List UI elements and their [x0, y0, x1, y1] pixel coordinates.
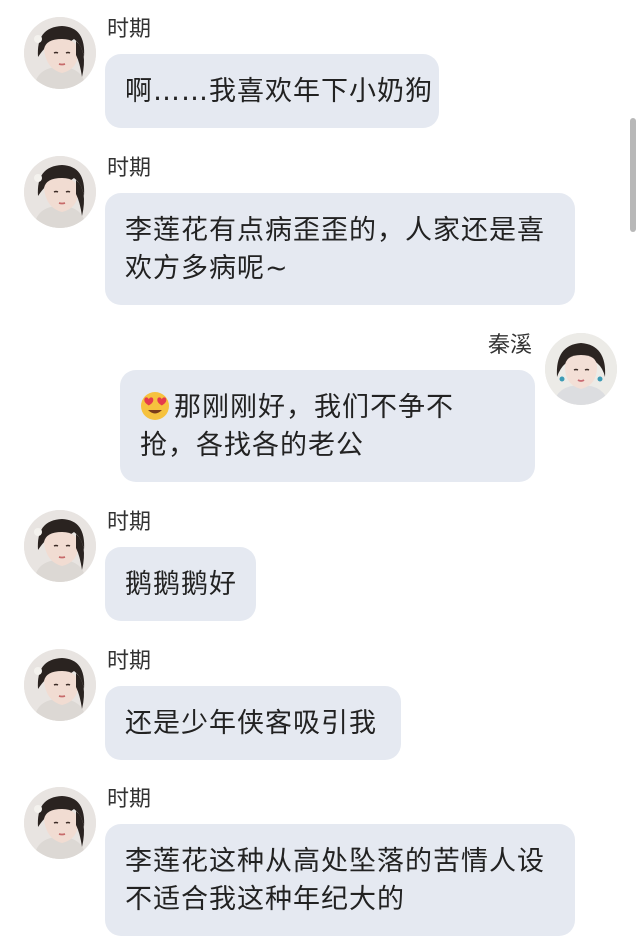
sender-name: 秦溪 [488, 333, 533, 358]
avatar[interactable] [24, 17, 96, 89]
message-text: 欢方多病呢~ [125, 253, 289, 284]
message-bubble[interactable]: 李莲花这种从高处坠落的苦情人设 不适合我这种年纪大的 [105, 824, 575, 936]
message-bubble[interactable]: 啊……我喜欢年下小奶狗 [105, 54, 439, 128]
avatar-portrait-icon [24, 156, 96, 228]
message-text: 李莲花有点病歪歪的，人家还是喜 [125, 215, 545, 246]
avatar[interactable] [24, 156, 96, 228]
chat-thread[interactable]: 时期 啊……我喜欢年下小奶狗 时期 李莲花有点病歪歪的，人家还是喜 欢方多病呢~ [0, 0, 640, 936]
avatar[interactable] [545, 333, 617, 405]
message-text: 那刚刚好，我们不争不 [174, 392, 454, 423]
sender-name: 时期 [107, 510, 152, 535]
avatar[interactable] [24, 649, 96, 721]
message-text: 抢，各找各的老公 [140, 430, 364, 461]
avatar-portrait-icon [24, 510, 96, 582]
message-bubble[interactable]: 鹅鹅鹅好 [105, 547, 256, 621]
message-text: 啊……我喜欢年下小奶狗 [125, 76, 433, 107]
sender-name: 时期 [107, 156, 152, 181]
message-bubble[interactable]: 李莲花有点病歪歪的，人家还是喜 欢方多病呢~ [105, 193, 575, 305]
message-text: 鹅鹅鹅好 [125, 569, 237, 600]
sender-name: 时期 [107, 787, 152, 812]
avatar-portrait-icon [24, 17, 96, 89]
message-text: 李莲花这种从高处坠落的苦情人设 [125, 846, 545, 877]
avatar[interactable] [24, 787, 96, 859]
message-text: 不适合我这种年纪大的 [125, 884, 405, 915]
avatar-portrait-icon [24, 787, 96, 859]
heart-eyes-emoji-icon [140, 391, 170, 421]
message-text: 还是少年侠客吸引我 [125, 708, 377, 739]
avatar[interactable] [24, 510, 96, 582]
scrollbar[interactable] [630, 118, 636, 232]
avatar-portrait-icon [545, 333, 617, 405]
avatar-portrait-icon [24, 649, 96, 721]
message-bubble[interactable]: 还是少年侠客吸引我 [105, 686, 401, 760]
sender-name: 时期 [107, 649, 152, 674]
message-bubble[interactable]: 那刚刚好，我们不争不 抢，各找各的老公 [120, 370, 535, 482]
sender-name: 时期 [107, 17, 152, 42]
